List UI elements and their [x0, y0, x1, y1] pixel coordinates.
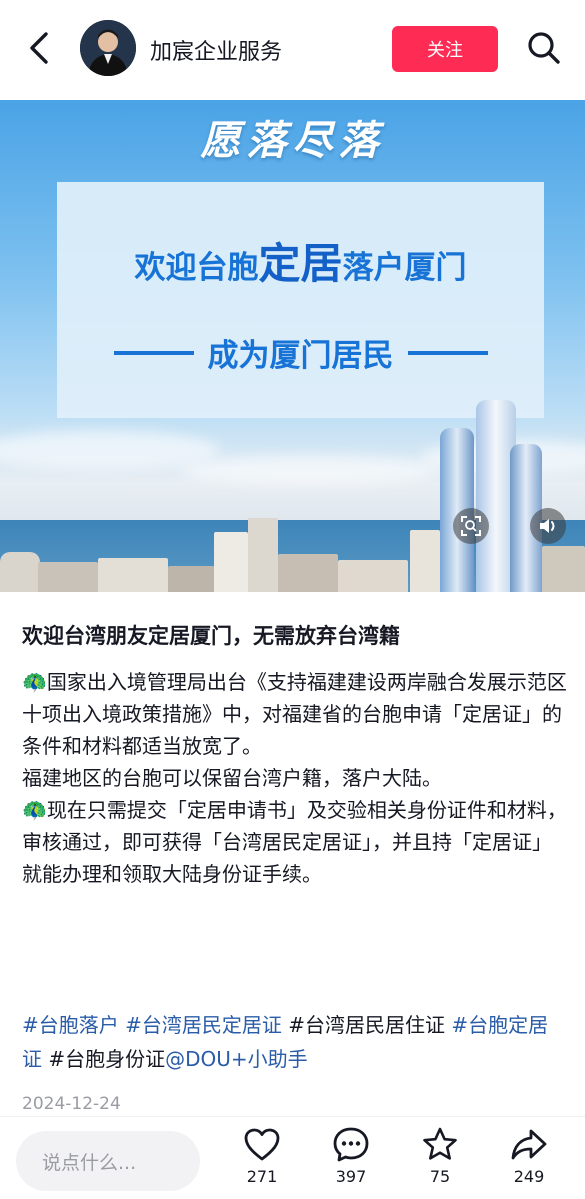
follow-button[interactable]: 关注 [392, 26, 498, 72]
person-portrait-icon [80, 20, 136, 76]
banner-headline-part: 欢迎台胞 [134, 250, 259, 286]
hashtag-link[interactable]: #台胞落户 [22, 1013, 119, 1037]
bottom-action-bar: 说点什么... 271 397 75 249 [0, 1116, 585, 1199]
scan-icon [461, 516, 481, 536]
like-button[interactable]: 271 [232, 1125, 292, 1199]
volume-button[interactable] [530, 508, 566, 544]
search-button[interactable] [524, 28, 564, 68]
banner-subheadline-text: 成为厦门居民 [207, 338, 394, 374]
image-search-button[interactable] [453, 508, 489, 544]
banner-headline: 欢迎台胞定居落户厦门 [57, 230, 544, 291]
mention-link[interactable]: @DOU+小助手 [165, 1047, 308, 1071]
banner-subheadline: 成为厦门居民 [57, 330, 544, 375]
hashtag-link[interactable]: #台湾居民定居证 [125, 1013, 282, 1037]
banner-headline-part: 落户厦门 [342, 250, 467, 286]
top-navigation-bar: 加宸企业服务 关注 [0, 0, 585, 100]
banner-slogan: 愿落尽落 [200, 117, 385, 164]
heart-icon [244, 1128, 280, 1161]
collect-button[interactable]: 75 [410, 1125, 470, 1199]
hashtag-link[interactable]: #台胞身份证 [48, 1047, 165, 1071]
search-icon [528, 32, 560, 64]
dash-decoration [113, 350, 194, 355]
comment-bubble-icon [333, 1127, 369, 1162]
back-button[interactable] [22, 30, 58, 66]
post-media-image[interactable]: 愿落尽落 欢迎台胞定居落户厦门 成为厦门居民 [0, 100, 585, 592]
cloud-decoration [180, 455, 440, 485]
description-paragraph: 🦚国家出入境管理局出台《支持福建建设两岸融合发展示范区十项出入境政策措施》中，对… [22, 670, 567, 758]
chevron-left-icon [30, 32, 48, 64]
comment-input[interactable]: 说点什么... [16, 1131, 200, 1191]
description-paragraph: 福建地区的台胞可以保留台湾户籍，落户大陆。 [22, 766, 442, 790]
banner-headline-emphasis: 定居 [258, 239, 343, 288]
collect-count: 75 [429, 1167, 451, 1186]
description-paragraph: 🦚现在只需提交「定居申请书」及交验相关身份证件和材料，审核通过，即可获得「台湾居… [22, 798, 567, 886]
hashtag-link[interactable]: #台湾居民居住证 [288, 1013, 445, 1037]
like-count: 271 [246, 1167, 278, 1186]
hashtag-list: #台胞落户 #台湾居民定居证 #台湾居民居住证 #台胞定居证 #台胞身份证@DO… [22, 1008, 567, 1076]
account-name[interactable]: 加宸企业服务 [150, 34, 282, 66]
city-skyline [0, 400, 585, 592]
comment-count: 397 [335, 1167, 367, 1186]
post-date: 2024-12-24 [22, 1094, 121, 1114]
comment-button[interactable]: 397 [321, 1125, 381, 1199]
dash-decoration [407, 350, 488, 355]
banner-card: 欢迎台胞定居落户厦门 成为厦门居民 [57, 182, 544, 418]
speaker-icon [540, 519, 555, 533]
post-title: 欢迎台湾朋友定居厦门，无需放弃台湾籍 [22, 624, 400, 648]
star-icon [423, 1127, 457, 1160]
avatar[interactable] [80, 20, 136, 76]
share-button[interactable]: 249 [499, 1125, 559, 1199]
post-description: 🦚国家出入境管理局出台《支持福建建设两岸融合发展示范区十项出入境政策措施》中，对… [22, 666, 567, 890]
share-count: 249 [513, 1167, 545, 1186]
share-arrow-icon [511, 1129, 547, 1160]
